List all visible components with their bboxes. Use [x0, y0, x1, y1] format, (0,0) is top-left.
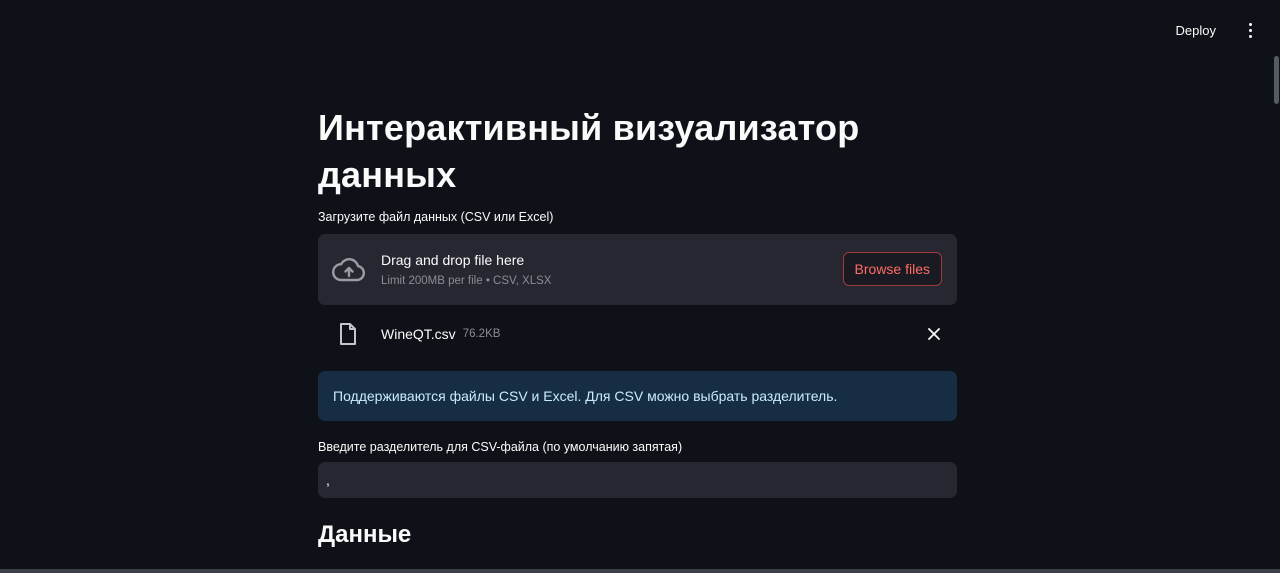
browse-files-button[interactable]: Browse files — [842, 252, 942, 286]
info-alert: Поддерживаются файлы CSV и Excel. Для CS… — [318, 371, 957, 421]
dropzone-title: Drag and drop file here — [381, 252, 525, 268]
separator-input[interactable] — [318, 462, 957, 498]
more-menu-icon[interactable] — [1242, 18, 1258, 42]
deploy-button[interactable]: Deploy — [1170, 19, 1222, 42]
uploaded-file-size: 76.2KB — [462, 328, 501, 340]
app-page: Deploy Интерактивный визуализатор данных… — [0, 0, 1280, 573]
scrollbar[interactable] — [1272, 0, 1280, 573]
data-section-title: Данные — [318, 521, 412, 548]
dropzone-limit: Limit 200MB per file • CSV, XLSX — [381, 275, 552, 287]
bottom-bar — [0, 569, 1280, 573]
dropzone-texts: Drag and drop file here Limit 200MB per … — [381, 252, 551, 287]
uploaded-file-row: WineQT.csv 76.2KB — [318, 305, 957, 363]
close-icon[interactable] — [925, 325, 943, 343]
main-content: Интерактивный визуализатор данных Загруз… — [318, 104, 957, 550]
separator-label: Введите разделитель для CSV-файла (по ум… — [318, 440, 683, 454]
file-dropzone[interactable]: Drag and drop file here Limit 200MB per … — [318, 234, 957, 305]
uploader-label: Загрузите файл данных (CSV или Excel) — [318, 210, 554, 224]
file-icon — [339, 321, 361, 347]
header-actions: Deploy — [1170, 18, 1258, 42]
uploaded-file-name: WineQT.csv — [381, 326, 456, 342]
page-title: Интерактивный визуализатор данных — [318, 107, 860, 195]
scrollbar-thumb[interactable] — [1274, 56, 1279, 104]
cloud-upload-icon — [331, 252, 367, 288]
